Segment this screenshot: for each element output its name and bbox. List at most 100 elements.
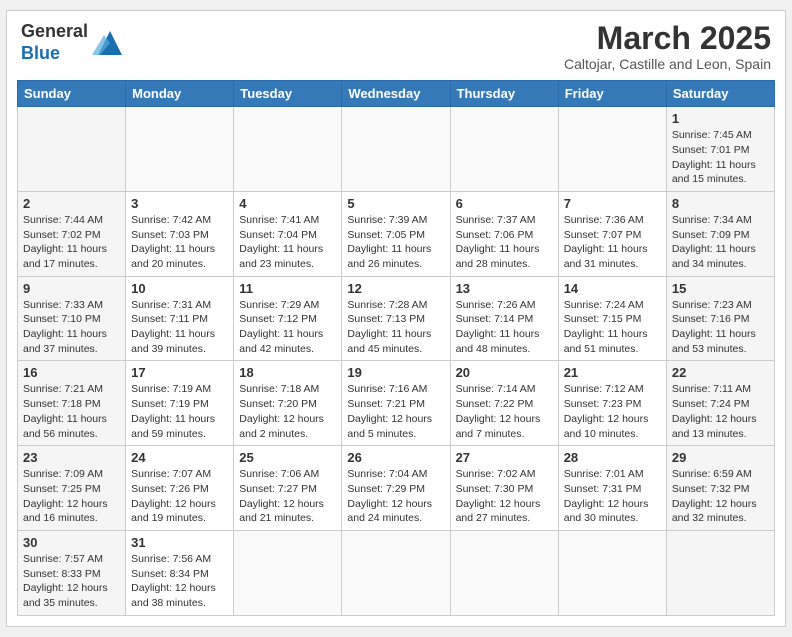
day-info: Sunrise: 7:39 AM Sunset: 7:05 PM Dayligh… xyxy=(347,213,444,272)
day-cell: 19 Sunrise: 7:16 AM Sunset: 7:21 PM Dayli… xyxy=(342,361,450,446)
day-number: 9 xyxy=(23,281,120,296)
day-number: 10 xyxy=(131,281,228,296)
day-info: Sunrise: 7:56 AM Sunset: 8:34 PM Dayligh… xyxy=(131,552,228,611)
day-info: Sunrise: 7:02 AM Sunset: 7:30 PM Dayligh… xyxy=(456,467,553,526)
day-number: 6 xyxy=(456,196,553,211)
day-info: Sunrise: 7:28 AM Sunset: 7:13 PM Dayligh… xyxy=(347,298,444,357)
day-number: 21 xyxy=(564,365,661,380)
weekday-friday: Friday xyxy=(558,81,666,107)
logo-icon xyxy=(92,27,128,59)
day-cell: 15Sunrise: 7:23 AM Sunset: 7:16 PM Dayli… xyxy=(666,276,774,361)
day-info: Sunrise: 7:26 AM Sunset: 7:14 PM Dayligh… xyxy=(456,298,553,357)
day-info: Sunrise: 7:01 AM Sunset: 7:31 PM Dayligh… xyxy=(564,467,661,526)
day-info: Sunrise: 7:42 AM Sunset: 7:03 PM Dayligh… xyxy=(131,213,228,272)
day-cell xyxy=(558,530,666,615)
week-row-6: 30Sunrise: 7:57 AM Sunset: 8:33 PM Dayli… xyxy=(18,530,775,615)
day-cell: 27Sunrise: 7:02 AM Sunset: 7:30 PM Dayli… xyxy=(450,446,558,531)
day-cell: 14 Sunrise: 7:24 AM Sunset: 7:15 PM Dayli… xyxy=(558,276,666,361)
day-cell xyxy=(450,107,558,192)
day-info: Sunrise: 7:24 AM Sunset: 7:15 PM Dayligh… xyxy=(564,298,661,357)
weekday-header-row: SundayMondayTuesdayWednesdayThursdayFrid… xyxy=(18,81,775,107)
day-info: Sunrise: 7:57 AM Sunset: 8:33 PM Dayligh… xyxy=(23,552,120,611)
day-info: Sunrise: 7:07 AM Sunset: 7:26 PM Dayligh… xyxy=(131,467,228,526)
day-cell: 17Sunrise: 7:19 AM Sunset: 7:19 PM Dayli… xyxy=(126,361,234,446)
day-cell: 26Sunrise: 7:04 AM Sunset: 7:29 PM Dayli… xyxy=(342,446,450,531)
day-number: 25 xyxy=(239,450,336,465)
day-cell: 5 Sunrise: 7:39 AM Sunset: 7:05 PM Daylig… xyxy=(342,191,450,276)
calendar-header: General Blue March 2025 Caltojar, Castil… xyxy=(17,21,775,72)
day-cell xyxy=(342,107,450,192)
day-cell: 2 Sunrise: 7:44 AM Sunset: 7:02 PM Daylig… xyxy=(18,191,126,276)
day-number: 12 xyxy=(347,281,444,296)
weekday-saturday: Saturday xyxy=(666,81,774,107)
weekday-monday: Monday xyxy=(126,81,234,107)
day-info: Sunrise: 7:04 AM Sunset: 7:29 PM Dayligh… xyxy=(347,467,444,526)
day-cell: 24Sunrise: 7:07 AM Sunset: 7:26 PM Dayli… xyxy=(126,446,234,531)
day-info: Sunrise: 7:36 AM Sunset: 7:07 PM Dayligh… xyxy=(564,213,661,272)
weekday-tuesday: Tuesday xyxy=(234,81,342,107)
day-info: Sunrise: 7:16 AM Sunset: 7:21 PM Dayligh… xyxy=(347,382,444,441)
day-info: Sunrise: 7:37 AM Sunset: 7:06 PM Dayligh… xyxy=(456,213,553,272)
day-cell: 10Sunrise: 7:31 AM Sunset: 7:11 PM Dayli… xyxy=(126,276,234,361)
day-cell: 18 Sunrise: 7:18 AM Sunset: 7:20 PM Dayli… xyxy=(234,361,342,446)
day-info: Sunrise: 7:19 AM Sunset: 7:19 PM Dayligh… xyxy=(131,382,228,441)
day-info: Sunrise: 7:34 AM Sunset: 7:09 PM Dayligh… xyxy=(672,213,769,272)
location: Caltojar, Castille and Leon, Spain xyxy=(564,56,771,72)
day-cell xyxy=(234,107,342,192)
day-cell: 21Sunrise: 7:12 AM Sunset: 7:23 PM Dayli… xyxy=(558,361,666,446)
day-cell: 31 Sunrise: 7:56 AM Sunset: 8:34 PM Dayli… xyxy=(126,530,234,615)
day-cell xyxy=(558,107,666,192)
day-cell: 7Sunrise: 7:36 AM Sunset: 7:07 PM Daylig… xyxy=(558,191,666,276)
week-row-4: 16Sunrise: 7:21 AM Sunset: 7:18 PM Dayli… xyxy=(18,361,775,446)
month-year: March 2025 xyxy=(564,21,771,56)
day-info: Sunrise: 7:18 AM Sunset: 7:20 PM Dayligh… xyxy=(239,382,336,441)
day-cell: 22Sunrise: 7:11 AM Sunset: 7:24 PM Dayli… xyxy=(666,361,774,446)
day-cell: 4 Sunrise: 7:41 AM Sunset: 7:04 PM Daylig… xyxy=(234,191,342,276)
day-cell: 9 Sunrise: 7:33 AM Sunset: 7:10 PM Daylig… xyxy=(18,276,126,361)
day-number: 4 xyxy=(239,196,336,211)
day-number: 5 xyxy=(347,196,444,211)
day-cell: 12 Sunrise: 7:28 AM Sunset: 7:13 PM Dayli… xyxy=(342,276,450,361)
day-cell: 6 Sunrise: 7:37 AM Sunset: 7:06 PM Daylig… xyxy=(450,191,558,276)
logo-area: General Blue xyxy=(21,21,128,64)
day-number: 29 xyxy=(672,450,769,465)
week-row-3: 9 Sunrise: 7:33 AM Sunset: 7:10 PM Daylig… xyxy=(18,276,775,361)
day-info: Sunrise: 7:33 AM Sunset: 7:10 PM Dayligh… xyxy=(23,298,120,357)
day-number: 13 xyxy=(456,281,553,296)
day-cell: 11 Sunrise: 7:29 AM Sunset: 7:12 PM Dayli… xyxy=(234,276,342,361)
day-info: Sunrise: 7:21 AM Sunset: 7:18 PM Dayligh… xyxy=(23,382,120,441)
day-cell: 25Sunrise: 7:06 AM Sunset: 7:27 PM Dayli… xyxy=(234,446,342,531)
day-cell: 29Sunrise: 6:59 AM Sunset: 7:32 PM Dayli… xyxy=(666,446,774,531)
calendar-table: SundayMondayTuesdayWednesdayThursdayFrid… xyxy=(17,80,775,616)
weekday-thursday: Thursday xyxy=(450,81,558,107)
day-info: Sunrise: 7:09 AM Sunset: 7:25 PM Dayligh… xyxy=(23,467,120,526)
day-number: 2 xyxy=(23,196,120,211)
week-row-2: 2 Sunrise: 7:44 AM Sunset: 7:02 PM Daylig… xyxy=(18,191,775,276)
day-number: 18 xyxy=(239,365,336,380)
day-info: Sunrise: 7:29 AM Sunset: 7:12 PM Dayligh… xyxy=(239,298,336,357)
title-area: March 2025 Caltojar, Castille and Leon, … xyxy=(564,21,771,72)
day-number: 22 xyxy=(672,365,769,380)
day-cell: 16Sunrise: 7:21 AM Sunset: 7:18 PM Dayli… xyxy=(18,361,126,446)
week-row-1: 1Sunrise: 7:45 AM Sunset: 7:01 PM Daylig… xyxy=(18,107,775,192)
day-number: 20 xyxy=(456,365,553,380)
day-cell: 8 Sunrise: 7:34 AM Sunset: 7:09 PM Daylig… xyxy=(666,191,774,276)
week-row-5: 23Sunrise: 7:09 AM Sunset: 7:25 PM Dayli… xyxy=(18,446,775,531)
day-number: 11 xyxy=(239,281,336,296)
day-cell xyxy=(234,530,342,615)
day-cell: 3Sunrise: 7:42 AM Sunset: 7:03 PM Daylig… xyxy=(126,191,234,276)
day-cell: 23Sunrise: 7:09 AM Sunset: 7:25 PM Dayli… xyxy=(18,446,126,531)
day-number: 8 xyxy=(672,196,769,211)
day-cell: 20 Sunrise: 7:14 AM Sunset: 7:22 PM Dayli… xyxy=(450,361,558,446)
day-info: Sunrise: 7:41 AM Sunset: 7:04 PM Dayligh… xyxy=(239,213,336,272)
day-info: Sunrise: 7:45 AM Sunset: 7:01 PM Dayligh… xyxy=(672,128,769,187)
day-cell xyxy=(450,530,558,615)
day-number: 31 xyxy=(131,535,228,550)
day-info: Sunrise: 7:14 AM Sunset: 7:22 PM Dayligh… xyxy=(456,382,553,441)
day-number: 15 xyxy=(672,281,769,296)
day-number: 19 xyxy=(347,365,444,380)
day-info: Sunrise: 7:44 AM Sunset: 7:02 PM Dayligh… xyxy=(23,213,120,272)
day-cell xyxy=(666,530,774,615)
day-number: 14 xyxy=(564,281,661,296)
weekday-wednesday: Wednesday xyxy=(342,81,450,107)
